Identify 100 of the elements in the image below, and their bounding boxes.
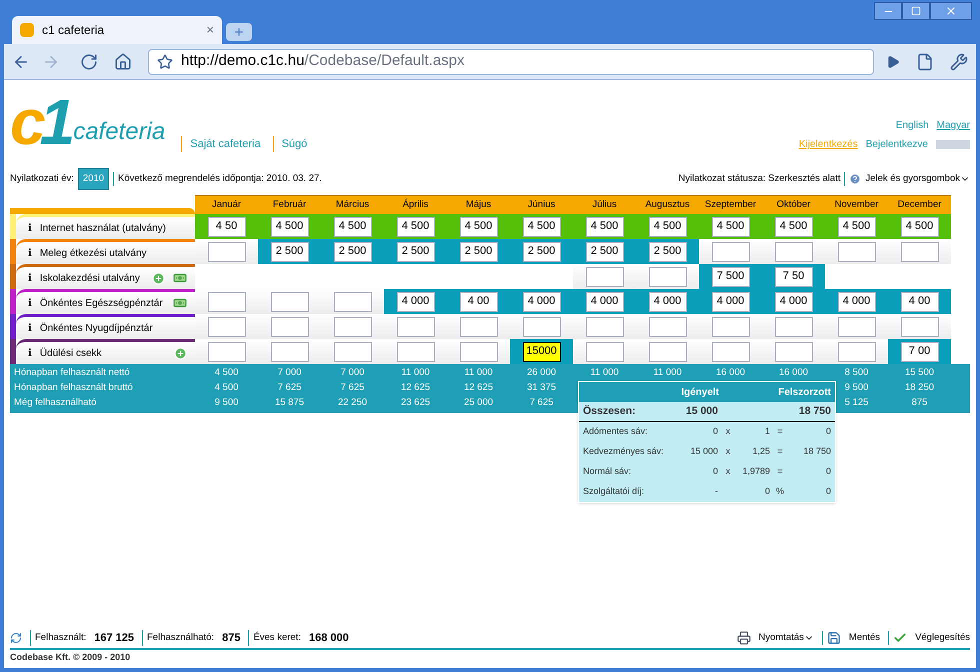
amount-field[interactable]	[838, 242, 876, 262]
save-icon	[826, 631, 841, 645]
home-icon[interactable]	[114, 52, 132, 70]
amount-field[interactable]	[396, 342, 434, 362]
tab-close-button[interactable]: ×	[206, 20, 214, 40]
amount-field[interactable]	[334, 342, 372, 362]
amount-field[interactable]: 4 000	[522, 292, 560, 312]
info-button[interactable]: i	[28, 270, 32, 286]
amount-field[interactable]: 4 000	[774, 292, 812, 312]
stat-label: Éves keret:	[253, 630, 301, 645]
amount-field[interactable]: 4 000	[586, 292, 624, 312]
amount-field[interactable]	[334, 316, 372, 336]
amount-field[interactable]	[208, 242, 246, 262]
amount-field[interactable]	[334, 292, 372, 312]
amount-field[interactable]	[208, 292, 246, 312]
amount-field[interactable]: 4 500	[900, 216, 938, 236]
amount-field[interactable]: 4 500	[712, 216, 750, 236]
amount-field[interactable]	[208, 342, 246, 362]
amount-field[interactable]	[586, 266, 624, 286]
amount-field[interactable]: 2 500	[396, 242, 434, 262]
amount-field[interactable]: 4 500	[838, 216, 876, 236]
amount-field[interactable]	[648, 316, 686, 336]
banknote-icon[interactable]	[173, 296, 187, 310]
bookmark-star-icon[interactable]	[157, 54, 173, 70]
amount-field[interactable]: 4 50	[208, 216, 246, 236]
close-button[interactable]	[930, 2, 972, 20]
amount-field[interactable]: 4 000	[838, 292, 876, 312]
banknote-icon[interactable]	[173, 271, 187, 285]
address-bar[interactable]: http://demo.c1c.hu/Codebase/Default.aspx	[148, 48, 874, 74]
amount-field[interactable]: 7 00	[900, 342, 938, 362]
summary-value: 16 000	[714, 366, 746, 380]
amount-field[interactable]: 4 500	[396, 216, 434, 236]
amount-field[interactable]	[586, 342, 624, 362]
info-button[interactable]: i	[28, 346, 32, 360]
amount-field[interactable]	[270, 342, 308, 362]
amount-field[interactable]	[270, 316, 308, 336]
reload-icon[interactable]	[80, 52, 98, 70]
action-button[interactable]: Véglegesítés	[915, 630, 970, 646]
amount-field[interactable]: 4 000	[712, 292, 750, 312]
summary-label: Még felhasználható	[13, 396, 98, 410]
amount-field[interactable]	[586, 316, 624, 336]
add-icon[interactable]	[152, 272, 165, 284]
help-icon[interactable]	[849, 173, 862, 185]
amount-field[interactable]: 4 500	[334, 216, 372, 236]
info-button[interactable]: i	[28, 296, 32, 310]
amount-field[interactable]: 7 500	[712, 266, 750, 286]
action-button[interactable]: Nyomtatás	[758, 630, 814, 646]
amount-field[interactable]: 2 500	[334, 242, 372, 262]
info-button[interactable]: i	[28, 320, 32, 336]
amount-field[interactable]: 2 500	[270, 242, 308, 262]
go-icon[interactable]	[886, 54, 900, 68]
amount-field[interactable]: 15000	[522, 342, 560, 362]
amount-field[interactable]	[648, 342, 686, 362]
page-menu-icon[interactable]	[916, 52, 934, 70]
amount-field[interactable]	[712, 242, 750, 262]
amount-field[interactable]	[270, 292, 308, 312]
amount-field[interactable]: 4 00	[460, 292, 498, 312]
amount-field[interactable]: 4 500	[460, 216, 498, 236]
amount-field[interactable]	[396, 316, 434, 336]
amount-field[interactable]: 2 500	[586, 242, 624, 262]
amount-field[interactable]: 2 500	[522, 242, 560, 262]
amount-field[interactable]	[648, 266, 686, 286]
month-header: Február	[272, 198, 308, 212]
info-button[interactable]: i	[28, 220, 32, 236]
amount-field[interactable]: 4 500	[586, 216, 624, 236]
amount-field[interactable]	[208, 316, 246, 336]
amount-field[interactable]: 4 500	[270, 216, 308, 236]
amount-field[interactable]	[712, 316, 750, 336]
amount-field[interactable]: 2 500	[648, 242, 686, 262]
add-icon[interactable]	[174, 346, 187, 360]
amount-field[interactable]	[460, 316, 498, 336]
summary-value: 25 000	[462, 396, 494, 410]
amount-field[interactable]	[838, 316, 876, 336]
shortcuts-menu[interactable]: Jelek és gyorsgombok	[865, 172, 970, 186]
amount-field[interactable]: 4 00	[900, 292, 938, 312]
refresh-icon[interactable]	[10, 632, 22, 644]
amount-field[interactable]	[838, 342, 876, 362]
amount-field[interactable]: 4 000	[648, 292, 686, 312]
amount-field[interactable]: 2 500	[460, 242, 498, 262]
amount-field[interactable]	[774, 342, 812, 362]
amount-field[interactable]	[774, 242, 812, 262]
amount-field[interactable]	[460, 342, 498, 362]
amount-field[interactable]: 4 500	[522, 216, 560, 236]
info-button[interactable]: i	[28, 246, 32, 260]
new-tab-button[interactable]	[226, 23, 252, 41]
amount-field[interactable]: 7 50	[774, 266, 812, 286]
amount-field[interactable]	[900, 242, 938, 262]
amount-field[interactable]: 4 500	[648, 216, 686, 236]
popup-column-header: Igényelt	[680, 386, 719, 400]
amount-field[interactable]	[900, 316, 938, 336]
maximize-button[interactable]	[902, 2, 930, 20]
amount-field[interactable]	[712, 342, 750, 362]
amount-field[interactable]	[774, 316, 812, 336]
amount-field[interactable]: 4 000	[396, 292, 434, 312]
action-button[interactable]: Mentés	[848, 630, 880, 646]
amount-field[interactable]	[522, 316, 560, 336]
category-name: Üdülési csekk	[40, 346, 103, 360]
browser-tab[interactable]: c1 cafeteria ×	[12, 16, 222, 44]
settings-icon[interactable]	[950, 52, 968, 70]
amount-field[interactable]: 4 500	[774, 216, 812, 236]
